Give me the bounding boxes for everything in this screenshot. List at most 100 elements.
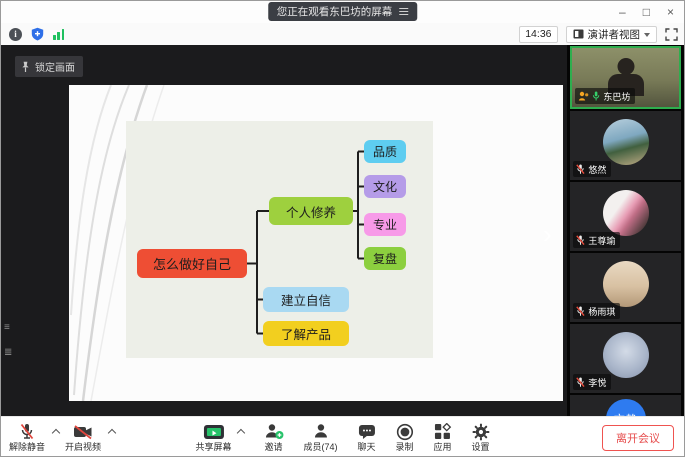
close-button[interactable]: × bbox=[667, 6, 674, 18]
mic-muted-icon bbox=[576, 235, 585, 246]
participant-tile[interactable]: 东巴坊 bbox=[570, 46, 681, 109]
participant-tile[interactable]: 悠然 bbox=[570, 111, 681, 180]
participant-tile[interactable]: 文静 bbox=[570, 395, 681, 416]
mindmap-branch-node: 了解产品 bbox=[263, 321, 349, 346]
apps-icon bbox=[434, 423, 452, 440]
avatar: 文静 bbox=[606, 399, 646, 416]
statusbar: i 14:36 演讲者视图 bbox=[1, 23, 684, 45]
unmute-label: 解除静音 bbox=[9, 443, 45, 452]
layout-icon bbox=[573, 29, 584, 39]
bottom-toolbar: 解除静音 开启视频 bbox=[1, 416, 684, 457]
settings-button[interactable]: 设置 bbox=[472, 422, 490, 452]
chevron-down-icon bbox=[644, 33, 650, 40]
unmute-button[interactable]: 解除静音 bbox=[9, 422, 45, 452]
participant-namebar: 杨雨琪 bbox=[573, 303, 620, 319]
avatar bbox=[603, 261, 649, 307]
avatar bbox=[603, 332, 649, 378]
record-label: 录制 bbox=[396, 443, 414, 452]
lock-view-button[interactable]: 锁定画面 bbox=[15, 56, 83, 77]
window-controls: – □ × bbox=[619, 1, 674, 23]
apps-button[interactable]: 应用 bbox=[434, 422, 452, 452]
start-video-label: 开启视频 bbox=[65, 443, 101, 452]
chat-button[interactable]: 聊天 bbox=[357, 422, 375, 452]
annotation-list-icon[interactable]: ≣ bbox=[4, 347, 12, 358]
share-screen-label: 共享屏幕 bbox=[195, 443, 231, 452]
members-label: 成员(74) bbox=[303, 443, 337, 452]
participant-name: 李悦 bbox=[588, 376, 606, 389]
participant-namebar: 东巴坊 bbox=[575, 88, 635, 104]
invite-button[interactable]: 邀请 bbox=[263, 422, 283, 452]
participant-tile[interactable]: 李悦 bbox=[570, 324, 681, 393]
pin-icon bbox=[21, 61, 30, 73]
participant-name: 东巴坊 bbox=[603, 90, 630, 103]
titlebar: 您正在观看东巴坊的屏幕 – □ × bbox=[1, 1, 684, 23]
fullscreen-icon[interactable] bbox=[665, 28, 678, 41]
record-icon bbox=[396, 423, 414, 441]
screen-watch-banner: 您正在观看东巴坊的屏幕 bbox=[268, 2, 418, 21]
mic-options-chevron[interactable] bbox=[52, 429, 60, 437]
statusbar-left: i bbox=[9, 23, 64, 45]
view-mode-selector[interactable]: 演讲者视图 bbox=[566, 26, 658, 43]
mic-on-icon bbox=[592, 91, 600, 101]
participant-tile[interactable]: 杨雨琪 bbox=[570, 253, 681, 322]
share-screen-icon bbox=[202, 424, 224, 440]
share-options-chevron[interactable] bbox=[236, 429, 244, 437]
mindmap-leaf-node: 品质 bbox=[364, 140, 406, 163]
presentation-slide: 怎么做好自己 个人修养 建立自信 了解产品 品质 文化 专业 复盘 bbox=[69, 85, 563, 401]
avatar bbox=[603, 119, 649, 165]
minimize-button[interactable]: – bbox=[619, 6, 626, 18]
mic-muted-icon bbox=[576, 164, 585, 175]
record-button[interactable]: 录制 bbox=[396, 422, 414, 452]
participant-name: 杨雨琪 bbox=[588, 305, 615, 318]
next-slide-arrow[interactable]: › bbox=[543, 221, 552, 247]
mic-off-icon bbox=[19, 423, 35, 441]
meeting-info-icon[interactable]: i bbox=[9, 28, 22, 41]
members-icon bbox=[312, 423, 328, 440]
mindmap-canvas: 怎么做好自己 个人修养 建立自信 了解产品 品质 文化 专业 复盘 bbox=[126, 121, 433, 358]
mindmap-leaf-node: 复盘 bbox=[364, 247, 406, 270]
chat-label: 聊天 bbox=[357, 443, 375, 452]
lock-view-label: 锁定画面 bbox=[35, 59, 75, 74]
avatar bbox=[603, 190, 649, 236]
participant-tile[interactable]: 王尊瑜 bbox=[570, 182, 681, 251]
security-shield-icon[interactable] bbox=[31, 27, 44, 41]
speaker-video-silhouette bbox=[617, 58, 634, 75]
toolbar-center-group: 共享屏幕 邀请 bbox=[195, 422, 489, 452]
settings-label: 设置 bbox=[472, 443, 490, 452]
meeting-window: 您正在观看东巴坊的屏幕 – □ × i 14:36 bbox=[0, 0, 685, 457]
participant-namebar: 李悦 bbox=[573, 374, 611, 390]
banner-menu-icon[interactable] bbox=[399, 8, 408, 15]
apps-label: 应用 bbox=[434, 443, 452, 452]
toolbar-left-group: 解除静音 开启视频 bbox=[9, 422, 115, 452]
mic-muted-icon bbox=[576, 377, 585, 388]
mindmap-leaf-node: 专业 bbox=[364, 213, 406, 236]
main-area: 锁定画面 怎么做好自己 bbox=[1, 45, 684, 416]
network-signal-icon[interactable] bbox=[53, 28, 64, 40]
participant-name: 王尊瑜 bbox=[588, 234, 615, 247]
participant-name: 悠然 bbox=[588, 163, 606, 176]
participants-sidebar: 东巴坊 悠然 bbox=[567, 45, 684, 416]
video-options-chevron[interactable] bbox=[108, 429, 116, 437]
mindmap-leaf-node: 文化 bbox=[364, 175, 406, 198]
presenter-icon bbox=[578, 91, 589, 101]
maximize-button[interactable]: □ bbox=[643, 6, 650, 18]
start-video-button[interactable]: 开启视频 bbox=[65, 422, 101, 452]
shared-screen-stage: 锁定画面 怎么做好自己 bbox=[1, 45, 567, 416]
invite-icon bbox=[263, 423, 283, 440]
invite-label: 邀请 bbox=[264, 443, 282, 452]
meeting-timer: 14:36 bbox=[519, 26, 557, 43]
view-mode-label: 演讲者视图 bbox=[588, 27, 641, 42]
camera-off-icon bbox=[73, 424, 93, 440]
annotation-menu-icon[interactable]: ≡ bbox=[4, 322, 10, 333]
mic-muted-icon bbox=[576, 306, 585, 317]
settings-gear-icon bbox=[472, 423, 490, 441]
banner-text: 您正在观看东巴坊的屏幕 bbox=[277, 4, 393, 19]
statusbar-right: 14:36 演讲者视图 bbox=[519, 23, 678, 45]
mindmap-branch-node: 个人修养 bbox=[269, 197, 353, 225]
chat-icon bbox=[357, 424, 375, 440]
participant-namebar: 王尊瑜 bbox=[573, 232, 620, 248]
members-button[interactable]: 成员(74) bbox=[303, 422, 337, 452]
leave-meeting-button[interactable]: 离开会议 bbox=[602, 425, 674, 451]
share-screen-button[interactable]: 共享屏幕 bbox=[195, 422, 231, 452]
participant-namebar: 悠然 bbox=[573, 161, 611, 177]
